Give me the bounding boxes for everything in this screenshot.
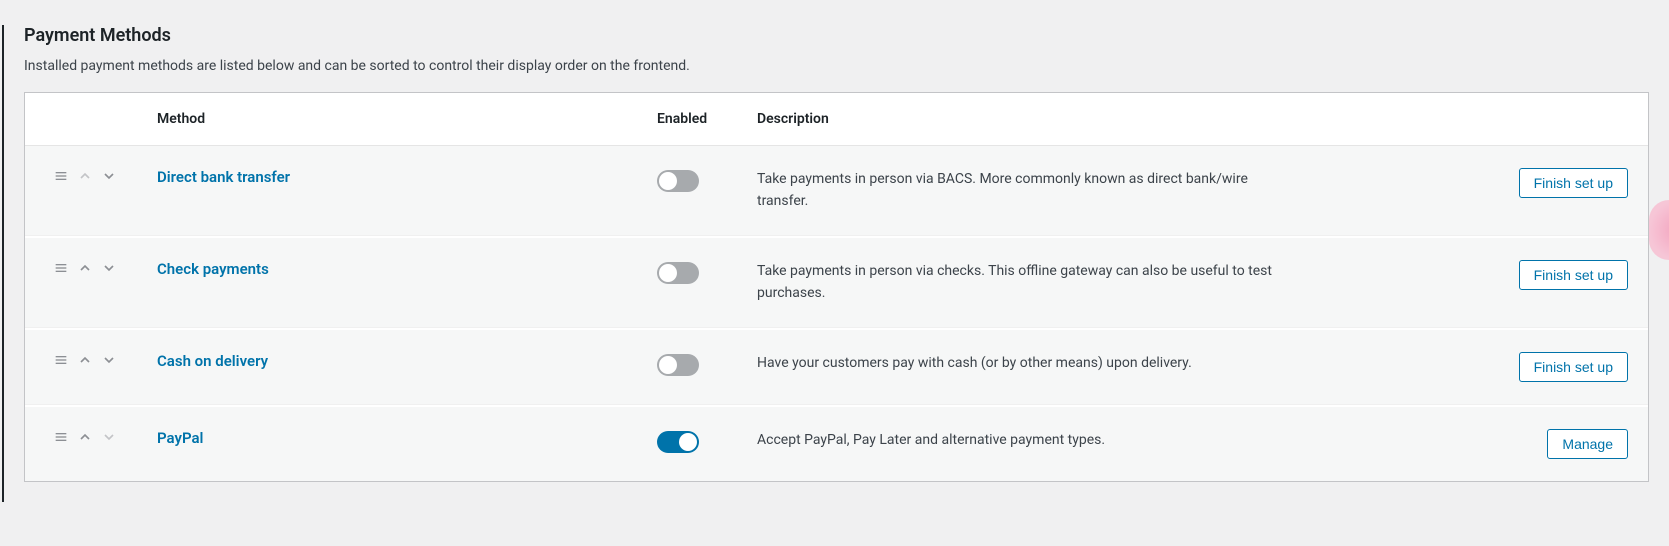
enabled-toggle[interactable] <box>657 170 699 192</box>
drag-handle-icon[interactable] <box>53 352 69 368</box>
method-description: Take payments in person via BACS. More c… <box>757 168 1277 213</box>
method-link[interactable]: PayPal <box>157 429 203 447</box>
section-title: Payment Methods <box>24 25 1649 46</box>
move-down-icon[interactable] <box>101 260 117 276</box>
move-up-icon <box>77 168 93 184</box>
enabled-toggle[interactable] <box>657 262 699 284</box>
enabled-toggle[interactable] <box>657 354 699 376</box>
drag-handle-icon[interactable] <box>53 429 69 445</box>
move-down-icon <box>101 429 117 445</box>
section-description: Installed payment methods are listed bel… <box>24 58 1649 74</box>
move-up-icon[interactable] <box>77 429 93 445</box>
table-row: Direct bank transfer Take payments in per… <box>25 146 1648 236</box>
enabled-toggle[interactable] <box>657 431 699 453</box>
finish-setup-button[interactable]: Finish set up <box>1519 352 1628 382</box>
method-description: Have your customers pay with cash (or by… <box>757 352 1277 374</box>
col-header-sort <box>25 93 145 146</box>
method-link[interactable]: Check payments <box>157 260 269 278</box>
table-row: Cash on delivery Have your customers pay … <box>25 328 1648 405</box>
manage-button[interactable]: Manage <box>1547 429 1628 459</box>
table-row: PayPal Accept PayPal, Pay Later and alter… <box>25 405 1648 481</box>
finish-setup-button[interactable]: Finish set up <box>1519 168 1628 198</box>
method-description: Accept PayPal, Pay Later and alternative… <box>757 429 1277 451</box>
table-row: Check payments Take payments in person vi… <box>25 236 1648 328</box>
method-link[interactable]: Cash on delivery <box>157 352 268 370</box>
drag-handle-icon[interactable] <box>53 260 69 276</box>
move-up-icon[interactable] <box>77 260 93 276</box>
col-header-description: Description <box>745 93 1468 146</box>
help-bubble[interactable] <box>1649 200 1669 260</box>
move-down-icon[interactable] <box>101 352 117 368</box>
payment-methods-table: Method Enabled Description Direct bank t… <box>24 92 1649 482</box>
col-header-action <box>1468 93 1648 146</box>
method-link[interactable]: Direct bank transfer <box>157 168 290 186</box>
method-description: Take payments in person via checks. This… <box>757 260 1277 305</box>
finish-setup-button[interactable]: Finish set up <box>1519 260 1628 290</box>
col-header-enabled: Enabled <box>645 93 745 146</box>
move-down-icon[interactable] <box>101 168 117 184</box>
col-header-method: Method <box>145 93 645 146</box>
drag-handle-icon[interactable] <box>53 168 69 184</box>
move-up-icon[interactable] <box>77 352 93 368</box>
